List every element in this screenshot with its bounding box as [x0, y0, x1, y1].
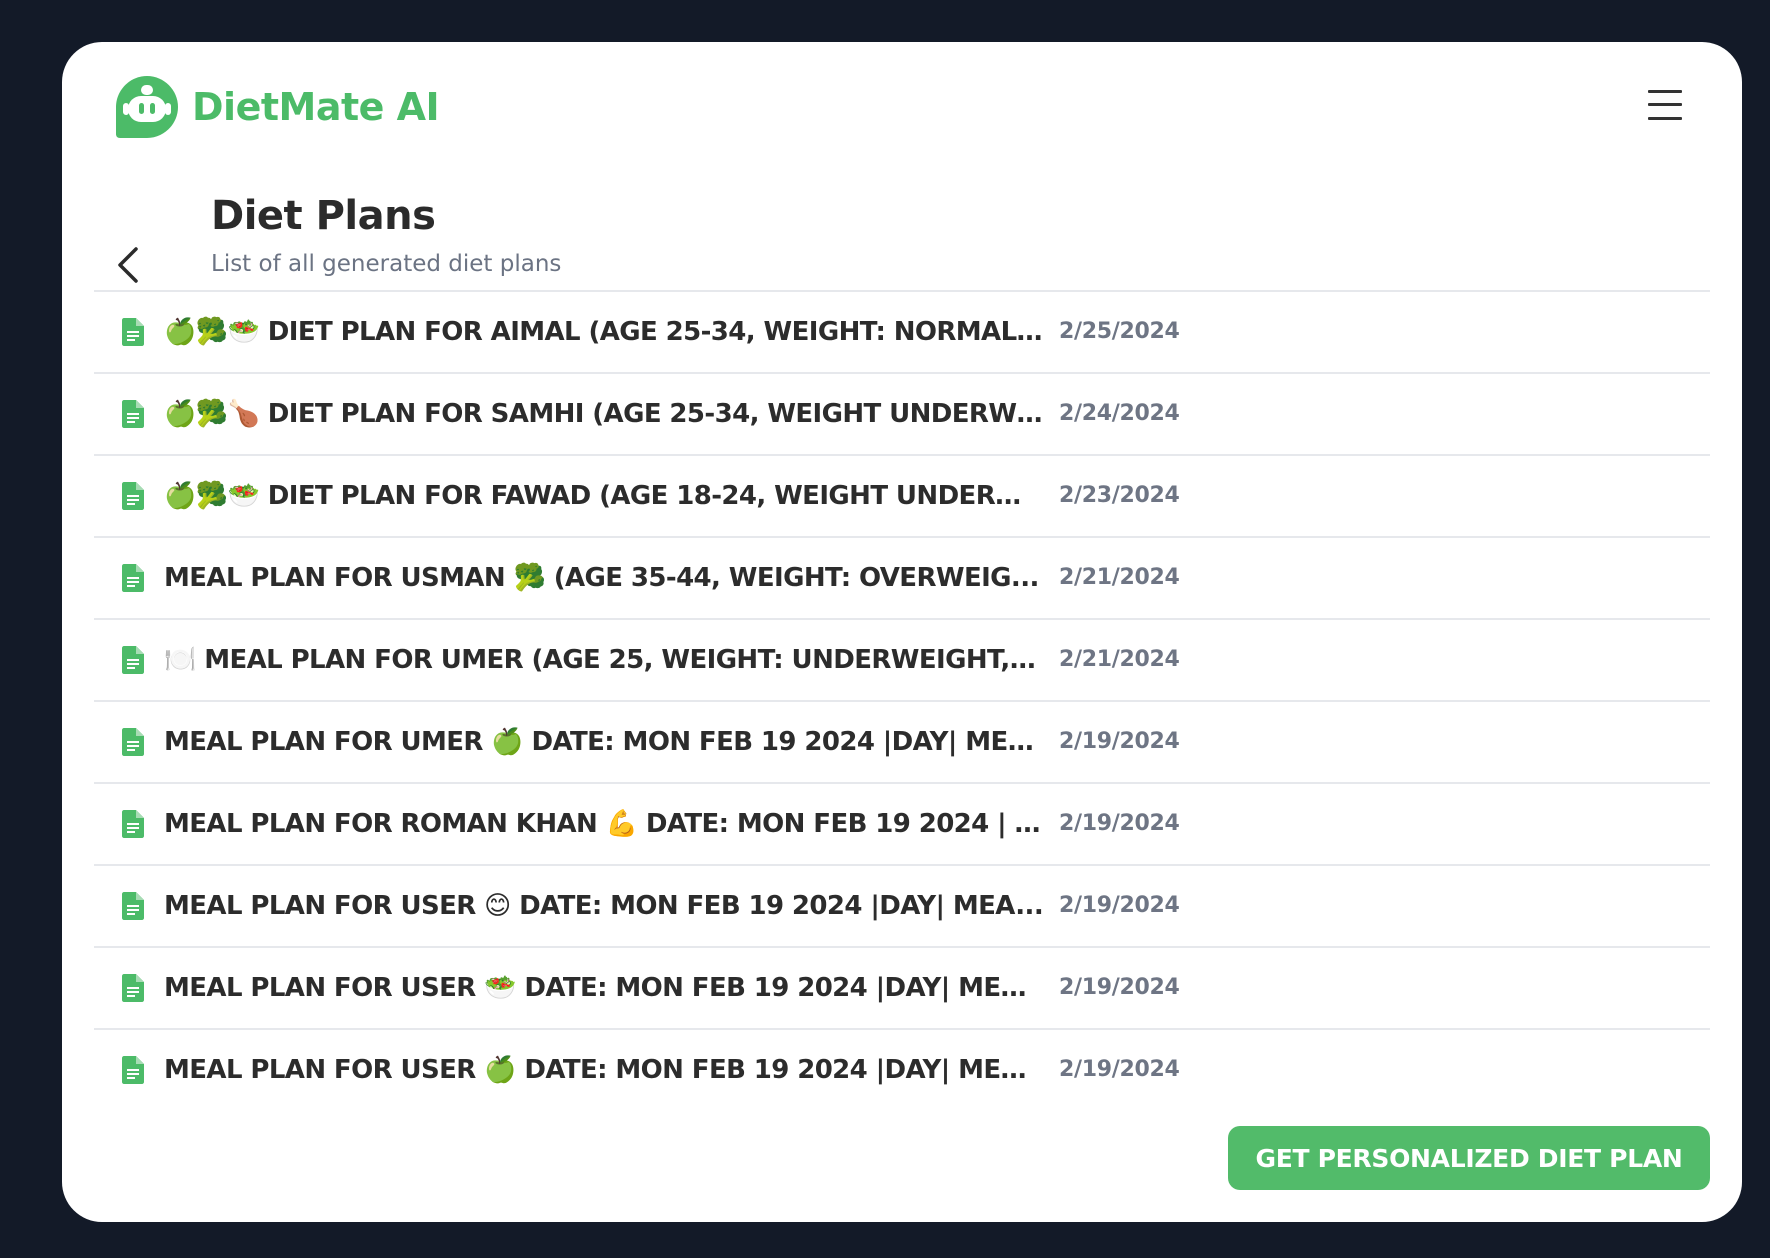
plan-title: MEAL PLAN FOR UMER 🍏 DATE: MON FEB 19 20…: [164, 727, 1044, 757]
list-item[interactable]: 🍏🥦🍗 DIET PLAN FOR SAMHI (AGE 25-34, WEIG…: [94, 374, 1710, 456]
list-item[interactable]: 🍏🥦🥗 DIET PLAN FOR AIMAL (AGE 25-34, WEIG…: [94, 292, 1710, 374]
main-card: DietMate AI Diet Plans List of all gener…: [62, 42, 1742, 1222]
plan-title: MEAL PLAN FOR USER 😊 DATE: MON FEB 19 20…: [164, 891, 1044, 921]
plan-title: MEAL PLAN FOR USMAN 🥦 (AGE 35-44, WEIGHT…: [164, 563, 1039, 593]
list-item[interactable]: 🍽️ MEAL PLAN FOR UMER (AGE 25, WEIGHT: U…: [94, 620, 1710, 702]
plan-date: 2/25/2024: [1059, 319, 1180, 344]
list-item[interactable]: 🍏🥦🥗 DIET PLAN FOR FAWAD (AGE 18-24, WEIG…: [94, 456, 1710, 538]
logo[interactable]: DietMate AI: [114, 72, 440, 142]
page-subtitle: List of all generated diet plans: [211, 251, 562, 277]
get-personalized-diet-plan-button[interactable]: GET PERSONALIZED DIET PLAN: [1228, 1126, 1710, 1190]
document-icon: [122, 810, 144, 838]
chevron-left-icon[interactable]: [114, 245, 144, 285]
plan-date: 2/19/2024: [1059, 729, 1180, 754]
plan-title: 🍏🥦🥗 DIET PLAN FOR FAWAD (AGE 18-24, WEIG…: [164, 481, 1044, 511]
plan-date: 2/24/2024: [1059, 401, 1180, 426]
list-item[interactable]: MEAL PLAN FOR USMAN 🥦 (AGE 35-44, WEIGHT…: [94, 538, 1710, 620]
document-icon: [122, 318, 144, 346]
app-header: DietMate AI: [114, 72, 1704, 142]
document-icon: [122, 892, 144, 920]
robot-chat-icon: [116, 76, 178, 138]
plan-title: 🍏🥦🥗 DIET PLAN FOR AIMAL (AGE 25-34, WEIG…: [164, 317, 1044, 347]
list-item[interactable]: MEAL PLAN FOR USER 😊 DATE: MON FEB 19 20…: [94, 866, 1710, 948]
plan-date: 2/23/2024: [1059, 483, 1180, 508]
diet-plan-list: 🍏🥦🥗 DIET PLAN FOR AIMAL (AGE 25-34, WEIG…: [94, 290, 1710, 1110]
plan-title: 🍏🥦🍗 DIET PLAN FOR SAMHI (AGE 25-34, WEIG…: [164, 399, 1044, 429]
plan-title: MEAL PLAN FOR ROMAN KHAN 💪 DATE: MON FEB…: [164, 809, 1044, 839]
document-icon: [122, 974, 144, 1002]
plan-title: MEAL PLAN FOR USER 🍏 DATE: MON FEB 19 20…: [164, 1055, 1044, 1085]
document-icon: [122, 564, 144, 592]
app-name: DietMate AI: [192, 85, 440, 129]
document-icon: [122, 482, 144, 510]
plan-date: 2/19/2024: [1059, 893, 1180, 918]
list-item[interactable]: MEAL PLAN FOR USER 🥗 DATE: MON FEB 19 20…: [94, 948, 1710, 1030]
hamburger-menu-icon[interactable]: [1648, 90, 1682, 120]
plan-date: 2/21/2024: [1059, 647, 1180, 672]
document-icon: [122, 1056, 144, 1084]
plan-date: 2/19/2024: [1059, 811, 1180, 836]
page-title: Diet Plans: [211, 193, 436, 239]
plan-title: 🍽️ MEAL PLAN FOR UMER (AGE 25, WEIGHT: U…: [164, 645, 1044, 675]
plan-title: MEAL PLAN FOR USER 🥗 DATE: MON FEB 19 20…: [164, 973, 1044, 1003]
plan-date: 2/21/2024: [1059, 565, 1180, 590]
list-item[interactable]: MEAL PLAN FOR ROMAN KHAN 💪 DATE: MON FEB…: [94, 784, 1710, 866]
list-item[interactable]: MEAL PLAN FOR USER 🍏 DATE: MON FEB 19 20…: [94, 1030, 1710, 1110]
plan-date: 2/19/2024: [1059, 975, 1180, 1000]
document-icon: [122, 728, 144, 756]
document-icon: [122, 400, 144, 428]
plan-date: 2/19/2024: [1059, 1057, 1180, 1082]
list-item[interactable]: MEAL PLAN FOR UMER 🍏 DATE: MON FEB 19 20…: [94, 702, 1710, 784]
document-icon: [122, 646, 144, 674]
